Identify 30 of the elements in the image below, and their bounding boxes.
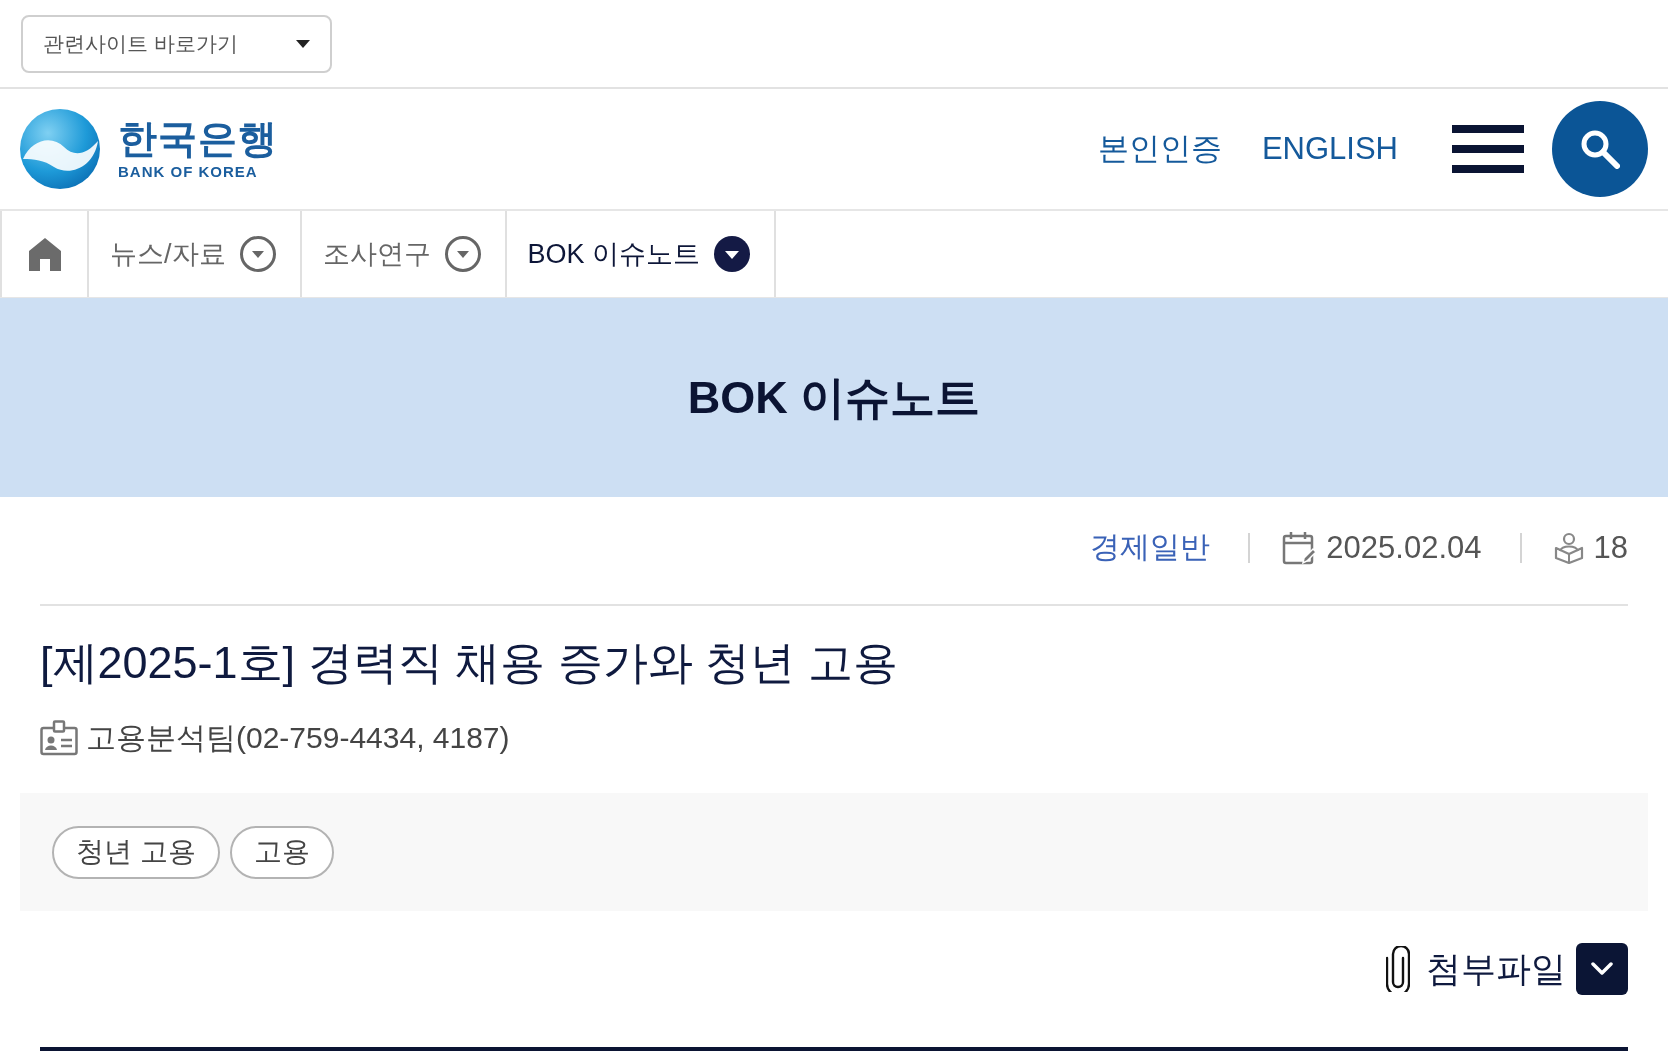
caret-circle-icon bbox=[444, 236, 481, 272]
caret-circle-icon bbox=[714, 236, 751, 272]
menu-button[interactable] bbox=[1452, 125, 1524, 173]
caret-circle-icon bbox=[239, 236, 276, 272]
menu-icon bbox=[1452, 125, 1524, 173]
home-icon bbox=[27, 237, 62, 271]
search-icon bbox=[1580, 129, 1620, 169]
article-title: [제2025-1호] 경력직 채용 증가와 청년 고용 bbox=[40, 636, 899, 690]
attachments-label: 첨부파일 bbox=[1426, 947, 1566, 990]
author-contact: 고용분석팀(02-759-4434, 4187) bbox=[86, 719, 510, 756]
id-card-icon bbox=[40, 720, 78, 756]
paperclip-icon bbox=[1386, 946, 1410, 992]
header-link[interactable]: 본인인증 bbox=[1097, 128, 1222, 170]
logo-title: 한국은행 bbox=[118, 119, 278, 158]
page-title: BOK 이슈노트 bbox=[687, 370, 981, 425]
logo-emblem-icon bbox=[20, 109, 100, 189]
related-sites-select[interactable]: 관련사이트 바로가기 bbox=[21, 14, 332, 73]
reader-icon bbox=[1553, 531, 1584, 564]
home-button[interactable] bbox=[0, 211, 89, 297]
header-link[interactable]: ENGLISH bbox=[1261, 131, 1398, 167]
tag-chip[interactable]: 청년 고용 bbox=[52, 825, 220, 879]
expand-button[interactable] bbox=[1576, 943, 1628, 995]
view-count: 18 bbox=[1593, 529, 1628, 566]
tag-chip[interactable]: 고용 bbox=[229, 825, 334, 879]
category-link[interactable]: 경제일반 bbox=[1090, 527, 1211, 568]
logo-subtitle: BANK OF KOREA bbox=[118, 164, 259, 179]
chevron-down-icon bbox=[1591, 962, 1613, 976]
calendar-icon bbox=[1282, 530, 1317, 565]
post-date: 2025.02.04 bbox=[1326, 529, 1482, 566]
caret-icon bbox=[296, 39, 310, 48]
